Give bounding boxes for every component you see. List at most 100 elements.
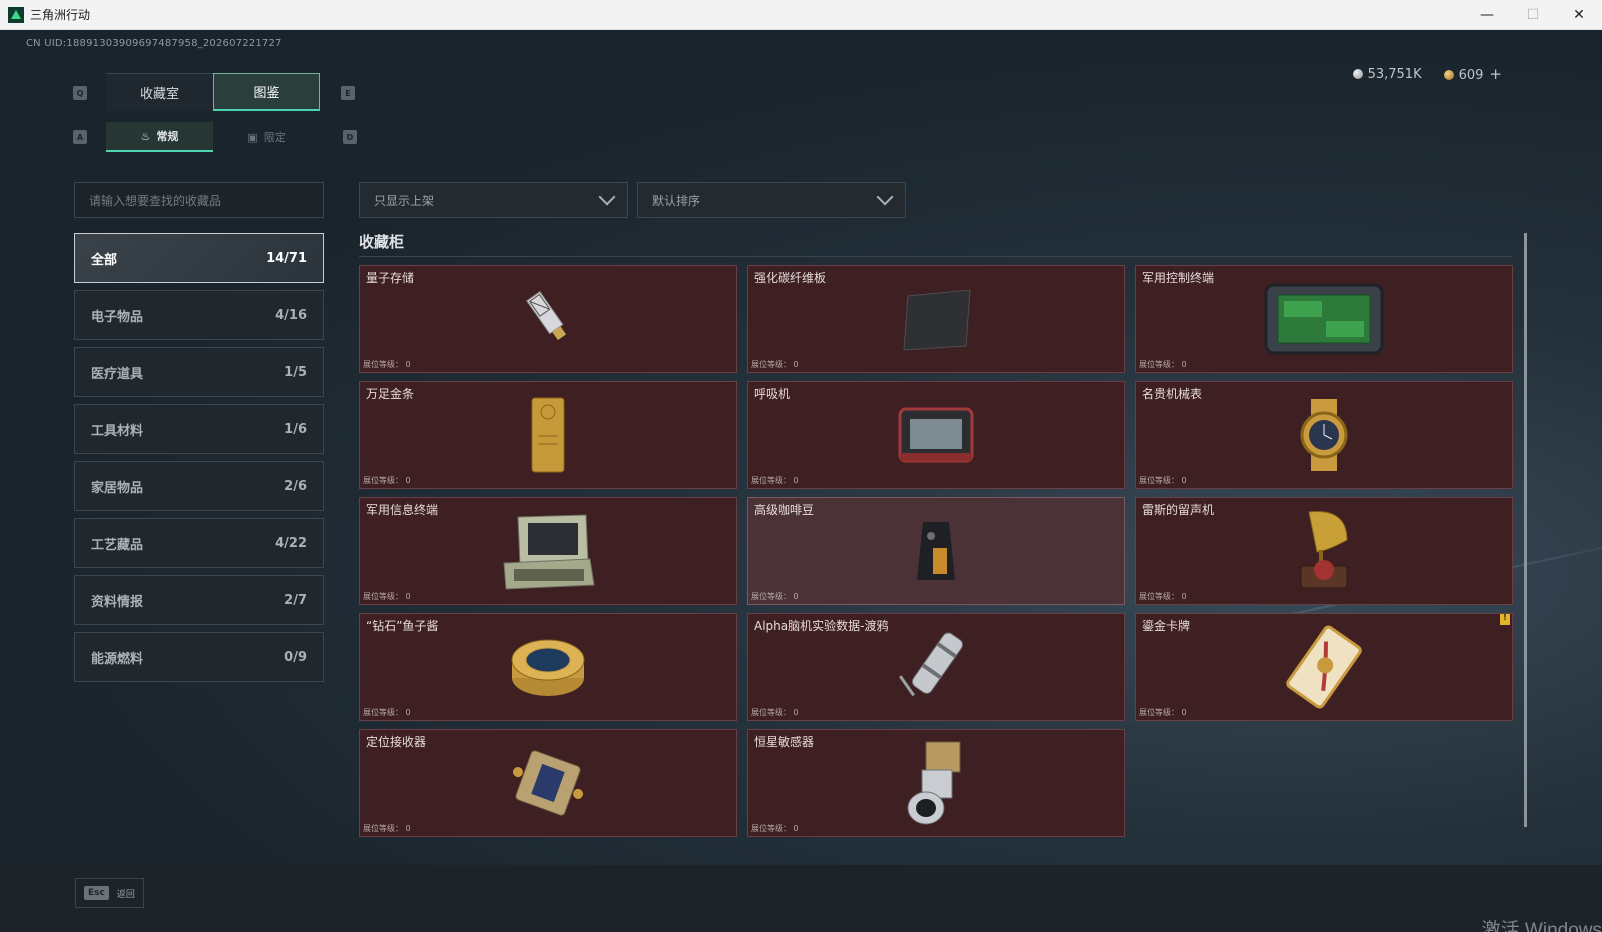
uid-text: CN UID:1889130390969748795​8_2026​072217… xyxy=(26,38,282,49)
sub-tabs: ♨ 常规 ▣ 限定 xyxy=(106,122,320,152)
level-label: 展位等级： xyxy=(1139,592,1179,601)
star-sensor-icon xyxy=(896,738,976,832)
category-electronics[interactable]: 电子物品 4/16 xyxy=(74,290,324,340)
card-item-name: 万足金条 xyxy=(366,387,415,401)
collection-grid-inner: 量子存储 展位等级： 0 强化碳纤维板 展位等级： 0 军用控制终端 展位等级： 0 万足金… xyxy=(359,265,1513,837)
category-count: 4/16 xyxy=(275,307,307,323)
card-display-level: 展位等级： 0 xyxy=(363,475,411,486)
sort-label: 默认排序 xyxy=(652,193,701,208)
collection-card[interactable]: 万足金条展位等级： 0 xyxy=(359,381,737,489)
collection-card[interactable]: Alpha脑机实验数据-渡鸦 展位等级： 0 xyxy=(747,613,1125,721)
close-button[interactable]: ✕ xyxy=(1556,0,1602,30)
collection-card[interactable]: 军用控制终端 展位等级： 0 xyxy=(1135,265,1513,373)
level-value: 0 xyxy=(793,360,799,369)
tab-limited[interactable]: ▣ 限定 xyxy=(213,122,320,152)
section-divider xyxy=(359,256,1513,257)
category-intel[interactable]: 资料情报 2/7 xyxy=(74,575,324,625)
silver-coin-icon xyxy=(1352,68,1363,79)
main-tabs: 收藏室 图鉴 xyxy=(106,73,320,111)
level-label: 展位等级： xyxy=(751,360,791,369)
key-hint-a: A xyxy=(73,130,87,144)
card-display-level: 展位等级： 0 xyxy=(751,823,799,834)
scroll-thumb[interactable] xyxy=(1524,233,1527,827)
search-input[interactable]: 请输入想要查找的收藏品 xyxy=(74,182,324,218)
app-logo-icon xyxy=(8,6,24,23)
card-display-level: 展位等级： 0 xyxy=(363,707,411,718)
card-item-name: 定位接收器 xyxy=(366,735,427,749)
card-display-level: 展位等级： 0 xyxy=(363,823,411,834)
silver-amount: 53,751K xyxy=(1367,66,1422,82)
currency-bar: 53,751K 609 + xyxy=(1352,65,1502,83)
collection-card[interactable]: 定位接收器展位等级： 0 xyxy=(359,729,737,837)
minimize-button[interactable]: — xyxy=(1464,0,1510,30)
category-medical[interactable]: 医疗道具 1/5 xyxy=(74,347,324,397)
chevron-down-icon xyxy=(598,188,616,206)
card-display-level: 展位等级： 0 xyxy=(1139,475,1187,486)
gold-currency: 609 + xyxy=(1443,65,1502,83)
card-display-level: 展位等级： 0 xyxy=(363,359,411,370)
collection-card[interactable]: 鎏金卡牌 展位等级： 0! xyxy=(1135,613,1513,721)
category-label: 医疗道具 xyxy=(91,366,144,382)
card-item-name: Alpha脑机实验数据-渡鸦 xyxy=(754,619,889,633)
add-currency-button[interactable]: + xyxy=(1489,65,1502,83)
tab-catalog[interactable]: 图鉴 xyxy=(213,73,320,111)
level-value: 0 xyxy=(405,708,411,717)
collection-card[interactable]: 强化碳纤维板 展位等级： 0 xyxy=(747,265,1125,373)
card-display-level: 展位等级： 0 xyxy=(1139,359,1187,370)
level-label: 展位等级： xyxy=(1139,360,1179,369)
carbon-plate-icon xyxy=(896,284,976,358)
card-item-name: 呼吸机 xyxy=(754,387,791,401)
collection-card[interactable]: 高级咖啡豆 展位等级： 0 xyxy=(747,497,1125,605)
bottom-bar: Esc 返回 激活 Windows xyxy=(0,865,1602,932)
maximize-button[interactable]: ☐ xyxy=(1510,0,1556,30)
window-titlebar: 三角洲行动 — ☐ ✕ xyxy=(0,0,1602,30)
card-item-name: 雷斯的留声机 xyxy=(1142,503,1215,517)
key-hint-e: E xyxy=(341,86,355,100)
collection-grid: 量子存储 展位等级： 0 强化碳纤维板 展位等级： 0 军用控制终端 展位等级： 0 万足金… xyxy=(359,265,1513,865)
gramophone-icon xyxy=(1289,506,1359,600)
collection-card[interactable]: 雷斯的留声机 展位等级： 0 xyxy=(1135,497,1513,605)
grid-scrollbar[interactable] xyxy=(1524,233,1527,827)
empty-slot xyxy=(1135,729,1513,837)
coffee-bag-icon xyxy=(911,518,961,588)
card-item-name: 量子存储 xyxy=(366,271,415,285)
category-label: 资料情报 xyxy=(91,594,144,610)
shelf-filter-dropdown[interactable]: 只显示上架 xyxy=(359,182,628,218)
category-crafts[interactable]: 工艺藏品 4/22 xyxy=(74,518,324,568)
game-viewport: CN UID:1889130390969748795​8_2026​072217… xyxy=(0,30,1602,932)
sort-dropdown[interactable]: 默认排序 xyxy=(637,182,906,218)
level-label: 展位等级： xyxy=(751,824,791,833)
card-display-level: 展位等级： 0 xyxy=(751,591,799,602)
collection-card[interactable]: 名贵机械表 展位等级： 0 xyxy=(1135,381,1513,489)
esc-key-hint: Esc xyxy=(84,886,109,900)
level-value: 0 xyxy=(405,360,411,369)
key-hint-q: Q xyxy=(73,86,87,100)
tab-collection-room[interactable]: 收藏室 xyxy=(106,73,213,111)
level-value: 0 xyxy=(793,824,799,833)
tab-regular[interactable]: ♨ 常规 xyxy=(106,122,213,152)
collection-card[interactable]: 量子存储展位等级： 0 xyxy=(359,265,737,373)
collection-card[interactable]: “钻石”鱼子酱 展位等级： 0 xyxy=(359,613,737,721)
category-household[interactable]: 家居物品 2/6 xyxy=(74,461,324,511)
category-all[interactable]: 全部 14/71 xyxy=(74,233,324,283)
collection-card[interactable]: 恒星敏感器 展位等级： 0 xyxy=(747,729,1125,837)
category-energy[interactable]: 能源燃料 0/9 xyxy=(74,632,324,682)
silver-currency: 53,751K xyxy=(1352,66,1422,82)
level-value: 0 xyxy=(405,476,411,485)
window-title: 三角洲行动 xyxy=(30,8,91,22)
card-display-level: 展位等级： 0 xyxy=(363,591,411,602)
flame-icon: ♨ xyxy=(140,129,151,143)
collection-card[interactable]: 军用信息终端 展位等级： 0 xyxy=(359,497,737,605)
gold-amount: 609 xyxy=(1458,68,1484,83)
collection-card[interactable]: 呼吸机 展位等级： 0 xyxy=(747,381,1125,489)
level-label: 展位等级： xyxy=(751,476,791,485)
level-value: 0 xyxy=(1181,708,1187,717)
category-count: 1/6 xyxy=(284,421,307,437)
level-label: 展位等级： xyxy=(751,592,791,601)
category-count: 4/22 xyxy=(275,535,307,551)
window-controls: — ☐ ✕ xyxy=(1464,0,1602,30)
control-terminal-icon xyxy=(1264,281,1384,361)
category-tools[interactable]: 工具材料 1/6 xyxy=(74,404,324,454)
usb-drive-icon xyxy=(513,284,583,358)
back-button[interactable]: Esc 返回 xyxy=(75,878,144,908)
